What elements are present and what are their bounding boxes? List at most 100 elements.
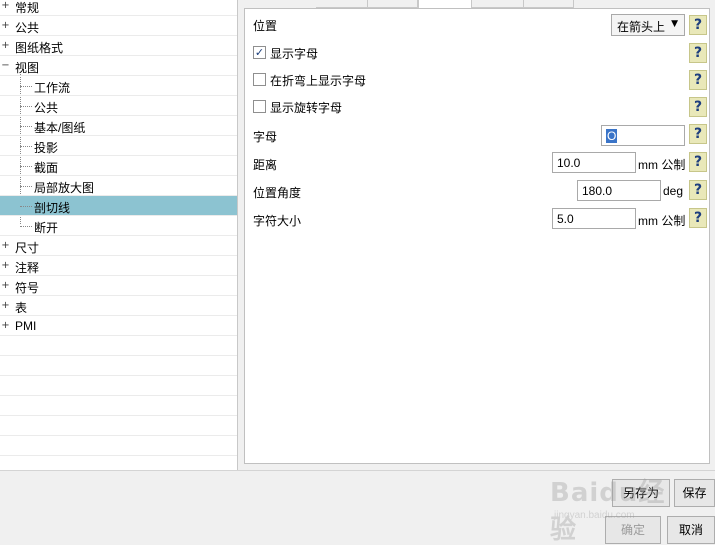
tree-item-label: 截面 <box>34 161 59 175</box>
help-icon[interactable]: ? <box>689 43 707 63</box>
position-dropdown[interactable]: 在箭头上 ▼ <box>611 14 685 36</box>
tree-item[interactable]: 基本/图纸 <box>0 116 237 136</box>
tree-item-label: 基本/图纸 <box>34 121 86 135</box>
tree-item-label: 注释 <box>15 261 40 275</box>
tree-empty-row <box>0 376 237 396</box>
letter-label: 字母 <box>253 130 278 144</box>
char-size-label: 字符大小 <box>253 214 302 228</box>
tree-item[interactable]: + 公共 <box>0 16 237 36</box>
tree-item[interactable]: + 常规 <box>0 0 237 16</box>
tab-2[interactable] <box>368 0 418 8</box>
tree-item-label: 剖切线 <box>34 201 71 215</box>
tree-empty-row <box>0 436 237 456</box>
help-icon[interactable]: ? <box>689 124 707 144</box>
tree-item-label: 断开 <box>34 221 59 235</box>
baidu-watermark: Baidu经验 jingyan.baidu.com <box>550 472 680 545</box>
tab-1[interactable] <box>316 0 368 8</box>
tree-item[interactable]: + PMI <box>0 316 237 336</box>
help-icon[interactable]: ? <box>689 97 707 117</box>
expand-icon[interactable]: + <box>1 261 10 271</box>
show-rotate-checkbox[interactable] <box>253 100 266 113</box>
tree-item-label: 公共 <box>34 101 59 115</box>
tree-item[interactable]: 剖切线 <box>0 196 237 216</box>
tree-item[interactable]: + 图纸格式 <box>0 36 237 56</box>
tree-item[interactable]: 断开 <box>0 216 237 236</box>
tree-connector-line <box>20 126 32 127</box>
tree-empty-row <box>0 456 237 470</box>
tab-active[interactable] <box>418 0 472 8</box>
settings-panel: 位置 在箭头上 ▼ ? ✓ 显示字母 ? 在折弯上显示字母 ? 显示旋转字母 ?… <box>244 8 710 464</box>
tree-item[interactable]: 投影 <box>0 136 237 156</box>
tree-item[interactable]: 公共 <box>0 96 237 116</box>
angle-input[interactable]: 180.0 <box>577 180 661 201</box>
show-letter-checkbox[interactable]: ✓ <box>253 46 266 59</box>
distance-label: 距离 <box>253 158 278 172</box>
help-icon[interactable]: ? <box>689 15 707 35</box>
help-icon[interactable]: ? <box>689 208 707 228</box>
tab-strip <box>238 0 715 8</box>
watermark-logo: Baidu经验 <box>550 478 666 545</box>
tab-5[interactable] <box>524 0 574 8</box>
tree-item[interactable]: 局部放大图 <box>0 176 237 196</box>
letter-input-value: O <box>606 129 618 143</box>
expand-icon[interactable]: + <box>1 241 10 251</box>
tree-connector-line <box>20 166 32 167</box>
distance-input[interactable]: 10.0 <box>552 152 636 173</box>
show-rotate-label: 显示旋转字母 <box>270 101 343 115</box>
expand-icon[interactable]: + <box>1 1 10 11</box>
help-icon[interactable]: ? <box>689 180 707 200</box>
tree-item-label: 视图 <box>15 61 40 75</box>
expand-icon[interactable]: + <box>1 321 10 331</box>
tree-item[interactable]: 截面 <box>0 156 237 176</box>
angle-unit: deg <box>663 184 684 198</box>
tab-4[interactable] <box>472 0 524 8</box>
tree-item-label: 常规 <box>15 1 40 15</box>
tree-item-label: PMI <box>15 319 37 333</box>
tree-item[interactable]: + 尺寸 <box>0 236 237 256</box>
tree-empty-row <box>0 396 237 416</box>
collapse-icon[interactable]: − <box>1 61 10 71</box>
expand-icon[interactable]: + <box>1 21 10 31</box>
tree-item-label: 图纸格式 <box>15 41 64 55</box>
show-on-bend-checkbox[interactable] <box>253 73 266 86</box>
position-label: 位置 <box>253 19 278 33</box>
tree-item-label: 表 <box>15 301 28 315</box>
tree-item[interactable]: + 符号 <box>0 276 237 296</box>
watermark-url: jingyan.baidu.com <box>554 510 635 521</box>
checkmark-icon: ✓ <box>254 46 265 59</box>
save-button[interactable]: 保存 <box>674 479 715 507</box>
tree-empty-row <box>0 356 237 376</box>
tree-connector-line <box>20 86 32 87</box>
char-size-input[interactable]: 5.0 <box>552 208 636 229</box>
tree-connector-line <box>20 206 32 207</box>
tree-item-label: 公共 <box>15 21 40 35</box>
settings-tree: + 常规 + 公共 + 图纸格式 − 视图 工作流 公共 基本/图纸 投影 截面 局部放大图 剖切线 断开 + 尺… <box>0 0 238 470</box>
chevron-down-icon: ▼ <box>671 19 678 29</box>
tree-empty-row <box>0 416 237 436</box>
tree-empty-row <box>0 336 237 356</box>
tree-connector-line <box>20 146 32 147</box>
show-letter-label: 显示字母 <box>270 47 319 61</box>
expand-icon[interactable]: + <box>1 281 10 291</box>
tree-connector-line <box>20 186 32 187</box>
expand-icon[interactable]: + <box>1 41 10 51</box>
tree-item[interactable]: 工作流 <box>0 76 237 96</box>
show-on-bend-label: 在折弯上显示字母 <box>270 74 367 88</box>
tree-item-label: 投影 <box>34 141 59 155</box>
tree-connector-line <box>20 106 32 107</box>
distance-unit: mm 公制 <box>638 158 686 172</box>
tree-item[interactable]: + 表 <box>0 296 237 316</box>
expand-icon[interactable]: + <box>1 301 10 311</box>
tree-item-label: 工作流 <box>34 81 71 95</box>
tree-item-label: 符号 <box>15 281 40 295</box>
help-icon[interactable]: ? <box>689 152 707 172</box>
tree-item[interactable]: + 注释 <box>0 256 237 276</box>
tree-item-label: 尺寸 <box>15 241 40 255</box>
angle-label: 位置角度 <box>253 186 302 200</box>
tree-item[interactable]: − 视图 <box>0 56 237 76</box>
char-size-unit: mm 公制 <box>638 214 686 228</box>
help-icon[interactable]: ? <box>689 70 707 90</box>
tree-connector-line <box>20 226 32 227</box>
letter-input[interactable]: O <box>601 125 685 146</box>
position-dropdown-value: 在箭头上 <box>617 20 666 34</box>
